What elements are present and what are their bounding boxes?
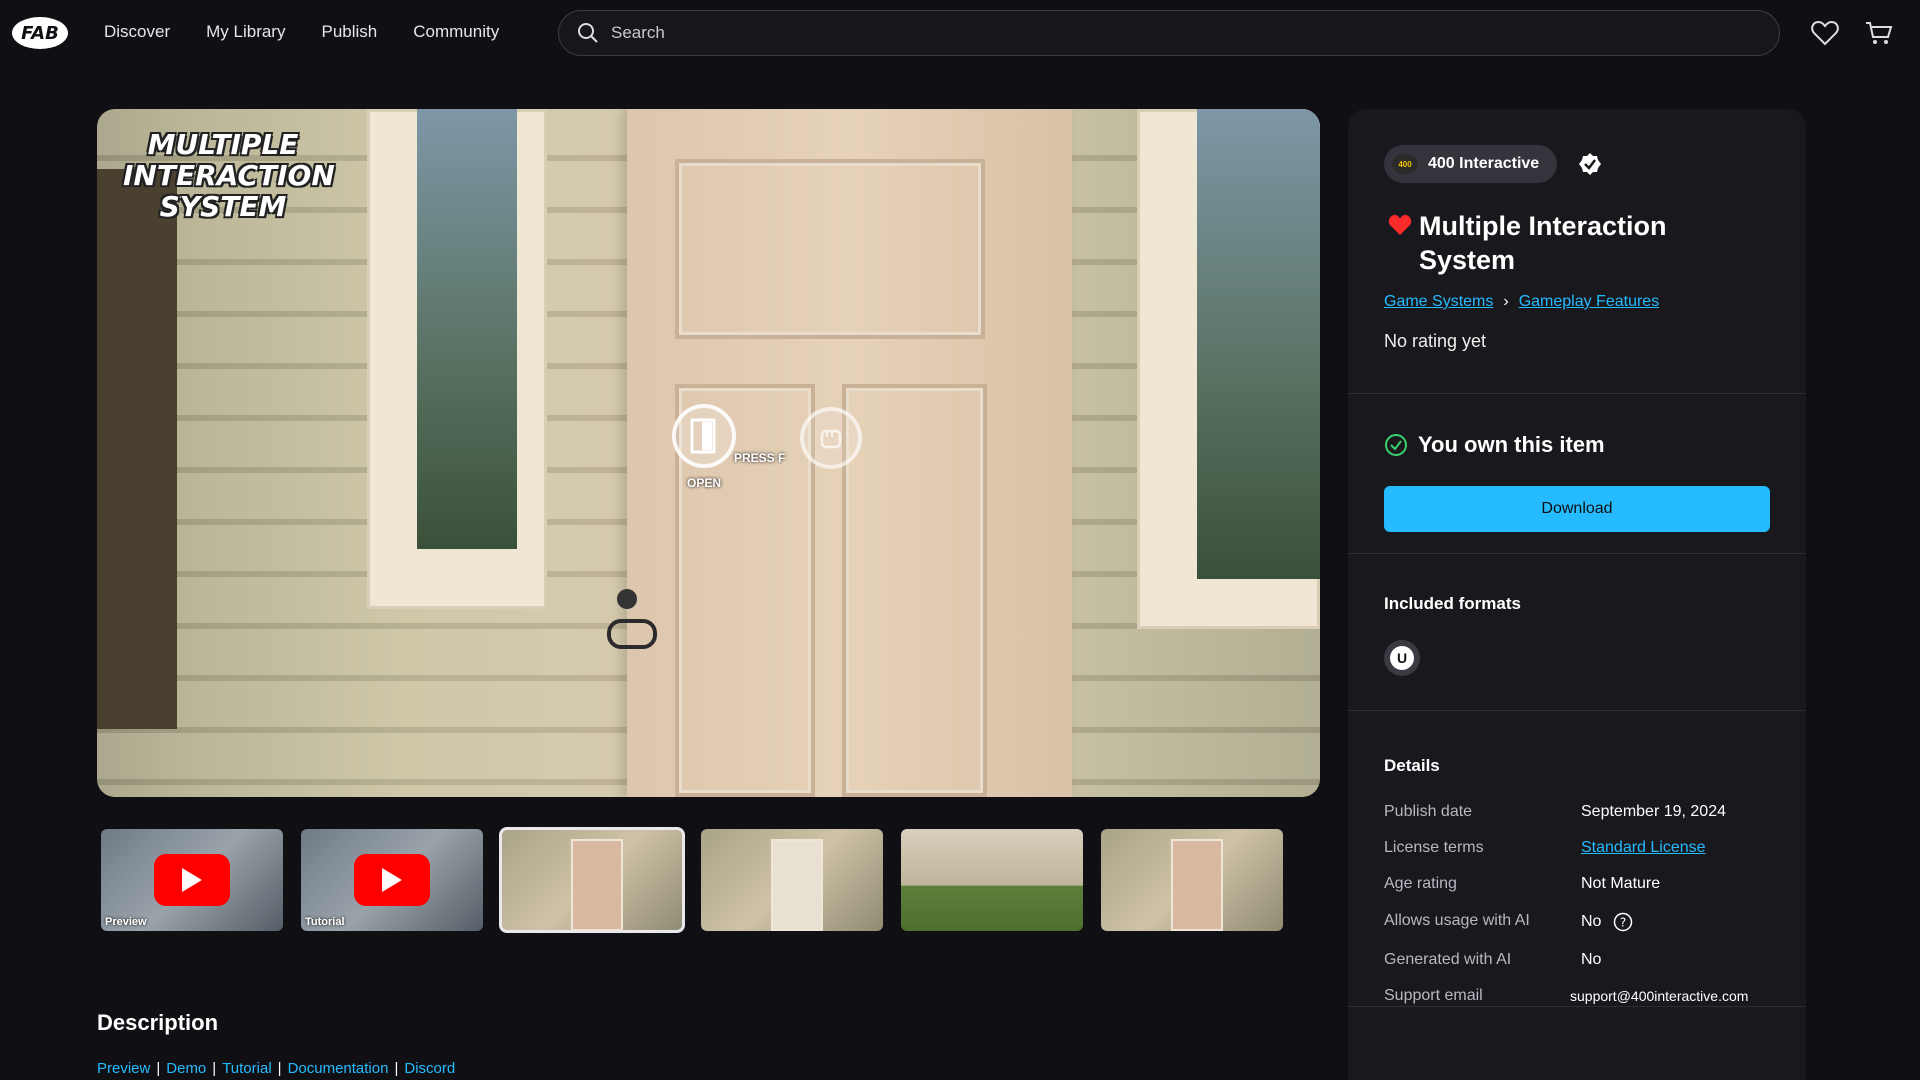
media-thumbnails: Preview Tutorial — [101, 827, 1283, 933]
thumbnail-tutorial-video[interactable]: Tutorial — [301, 829, 483, 931]
window-glass-left — [417, 109, 517, 549]
publisher-chip[interactable]: 400 400 Interactive — [1384, 145, 1558, 183]
detail-row-publish-date: Publish date September 19, 2024 — [1384, 803, 1726, 820]
svg-text:?: ? — [1620, 916, 1626, 930]
main-nav: Discover My Library Publish Community — [104, 22, 499, 42]
detail-row-age-rating: Age rating Not Mature — [1384, 875, 1661, 892]
youtube-play-icon — [354, 854, 430, 906]
svg-text:FAB: FAB — [21, 23, 59, 44]
search-placeholder: Search — [611, 23, 665, 42]
window-shutter — [97, 169, 177, 729]
rating-text: No rating yet — [1384, 331, 1487, 351]
unreal-engine-format-icon: U — [1384, 640, 1420, 676]
detail-row-ai-usage: Allows usage with AI No ? — [1384, 912, 1784, 932]
thumbnail-image-5[interactable] — [901, 829, 1083, 931]
link-demo[interactable]: Demo — [166, 1060, 206, 1077]
description-heading: Description — [97, 1010, 219, 1035]
door-handle — [607, 619, 657, 649]
owned-status: You own this item — [1384, 432, 1605, 458]
check-circle-icon — [1385, 434, 1407, 456]
link-preview[interactable]: Preview — [97, 1060, 150, 1077]
formats-heading: Included formats — [1384, 594, 1521, 613]
thumbnail-preview-video[interactable]: Preview — [101, 829, 283, 931]
cart-icon[interactable] — [1864, 18, 1894, 48]
fab-logo[interactable]: FAB — [10, 14, 70, 52]
thumbnail-image-6[interactable] — [1101, 829, 1283, 931]
standard-license-link[interactable]: Standard License — [1581, 839, 1706, 857]
thumbnail-image-4[interactable] — [701, 829, 883, 931]
breadcrumb-gameplay-features[interactable]: Gameplay Features — [1519, 293, 1660, 311]
top-nav: FAB Discover My Library Publish Communit… — [0, 0, 1920, 66]
details-section: Details Publish date September 19, 2024 … — [1348, 711, 1806, 1007]
door-icon — [690, 418, 716, 454]
verified-badge-icon — [1579, 153, 1601, 175]
formats-section: Included formats U — [1348, 554, 1806, 711]
chevron-right-icon: › — [1503, 293, 1509, 310]
product-header-section: 400 400 Interactive Multiple Interaction… — [1348, 109, 1806, 394]
search-icon — [578, 23, 598, 43]
description-links: Preview | Demo | Tutorial | Documentation | … — [97, 1060, 456, 1077]
product-sidebar: 400 400 Interactive Multiple Interaction… — [1348, 109, 1806, 1080]
youtube-play-icon — [154, 854, 230, 906]
press-hint: PRESS F — [734, 451, 786, 465]
interact-prompt — [800, 407, 862, 469]
thumbnail-label: Tutorial — [305, 916, 345, 928]
door-lock — [617, 589, 637, 609]
thumbnail-label: Preview — [105, 916, 147, 928]
door-panel-right — [842, 384, 987, 797]
nav-community[interactable]: Community — [413, 22, 499, 42]
window-glass-right — [1197, 109, 1320, 579]
hero-overlay-title: MULTIPLE INTERACTION SYSTEM — [123, 128, 335, 223]
download-button[interactable]: Download — [1384, 486, 1770, 532]
hero-image[interactable]: MULTIPLE INTERACTION SYSTEM PRESS F OPEN — [97, 109, 1320, 797]
door-panel-top — [675, 159, 985, 339]
fist-icon — [820, 429, 842, 449]
help-icon[interactable]: ? — [1613, 912, 1633, 932]
ownership-section: You own this item Download — [1348, 394, 1806, 554]
nav-my-library[interactable]: My Library — [206, 22, 285, 42]
link-documentation[interactable]: Documentation — [288, 1060, 389, 1077]
open-hint: OPEN — [687, 476, 722, 490]
wishlist-heart-icon[interactable] — [1388, 213, 1412, 237]
detail-row-ai-generated: Generated with AI No — [1384, 951, 1602, 968]
detail-row-support-email: Support email support@400interactive.com — [1384, 987, 1749, 1004]
search-input[interactable]: Search — [558, 10, 1780, 56]
nav-publish[interactable]: Publish — [321, 22, 377, 42]
product-title: Multiple Interaction System — [1419, 211, 1667, 275]
heart-icon[interactable] — [1810, 18, 1840, 48]
publisher-name: 400 Interactive — [1428, 155, 1540, 172]
link-tutorial[interactable]: Tutorial — [222, 1060, 271, 1077]
thumbnail-image-3[interactable] — [499, 827, 685, 933]
nav-discover[interactable]: Discover — [104, 22, 170, 42]
details-heading: Details — [1384, 756, 1440, 775]
link-discord[interactable]: Discord — [404, 1060, 455, 1077]
publisher-logo: 400 — [1392, 154, 1418, 174]
detail-row-license: License terms Standard License — [1384, 839, 1706, 857]
breadcrumb: Game Systems › Gameplay Features — [1384, 293, 1659, 311]
breadcrumb-game-systems[interactable]: Game Systems — [1384, 293, 1493, 311]
open-door-prompt — [672, 404, 736, 468]
